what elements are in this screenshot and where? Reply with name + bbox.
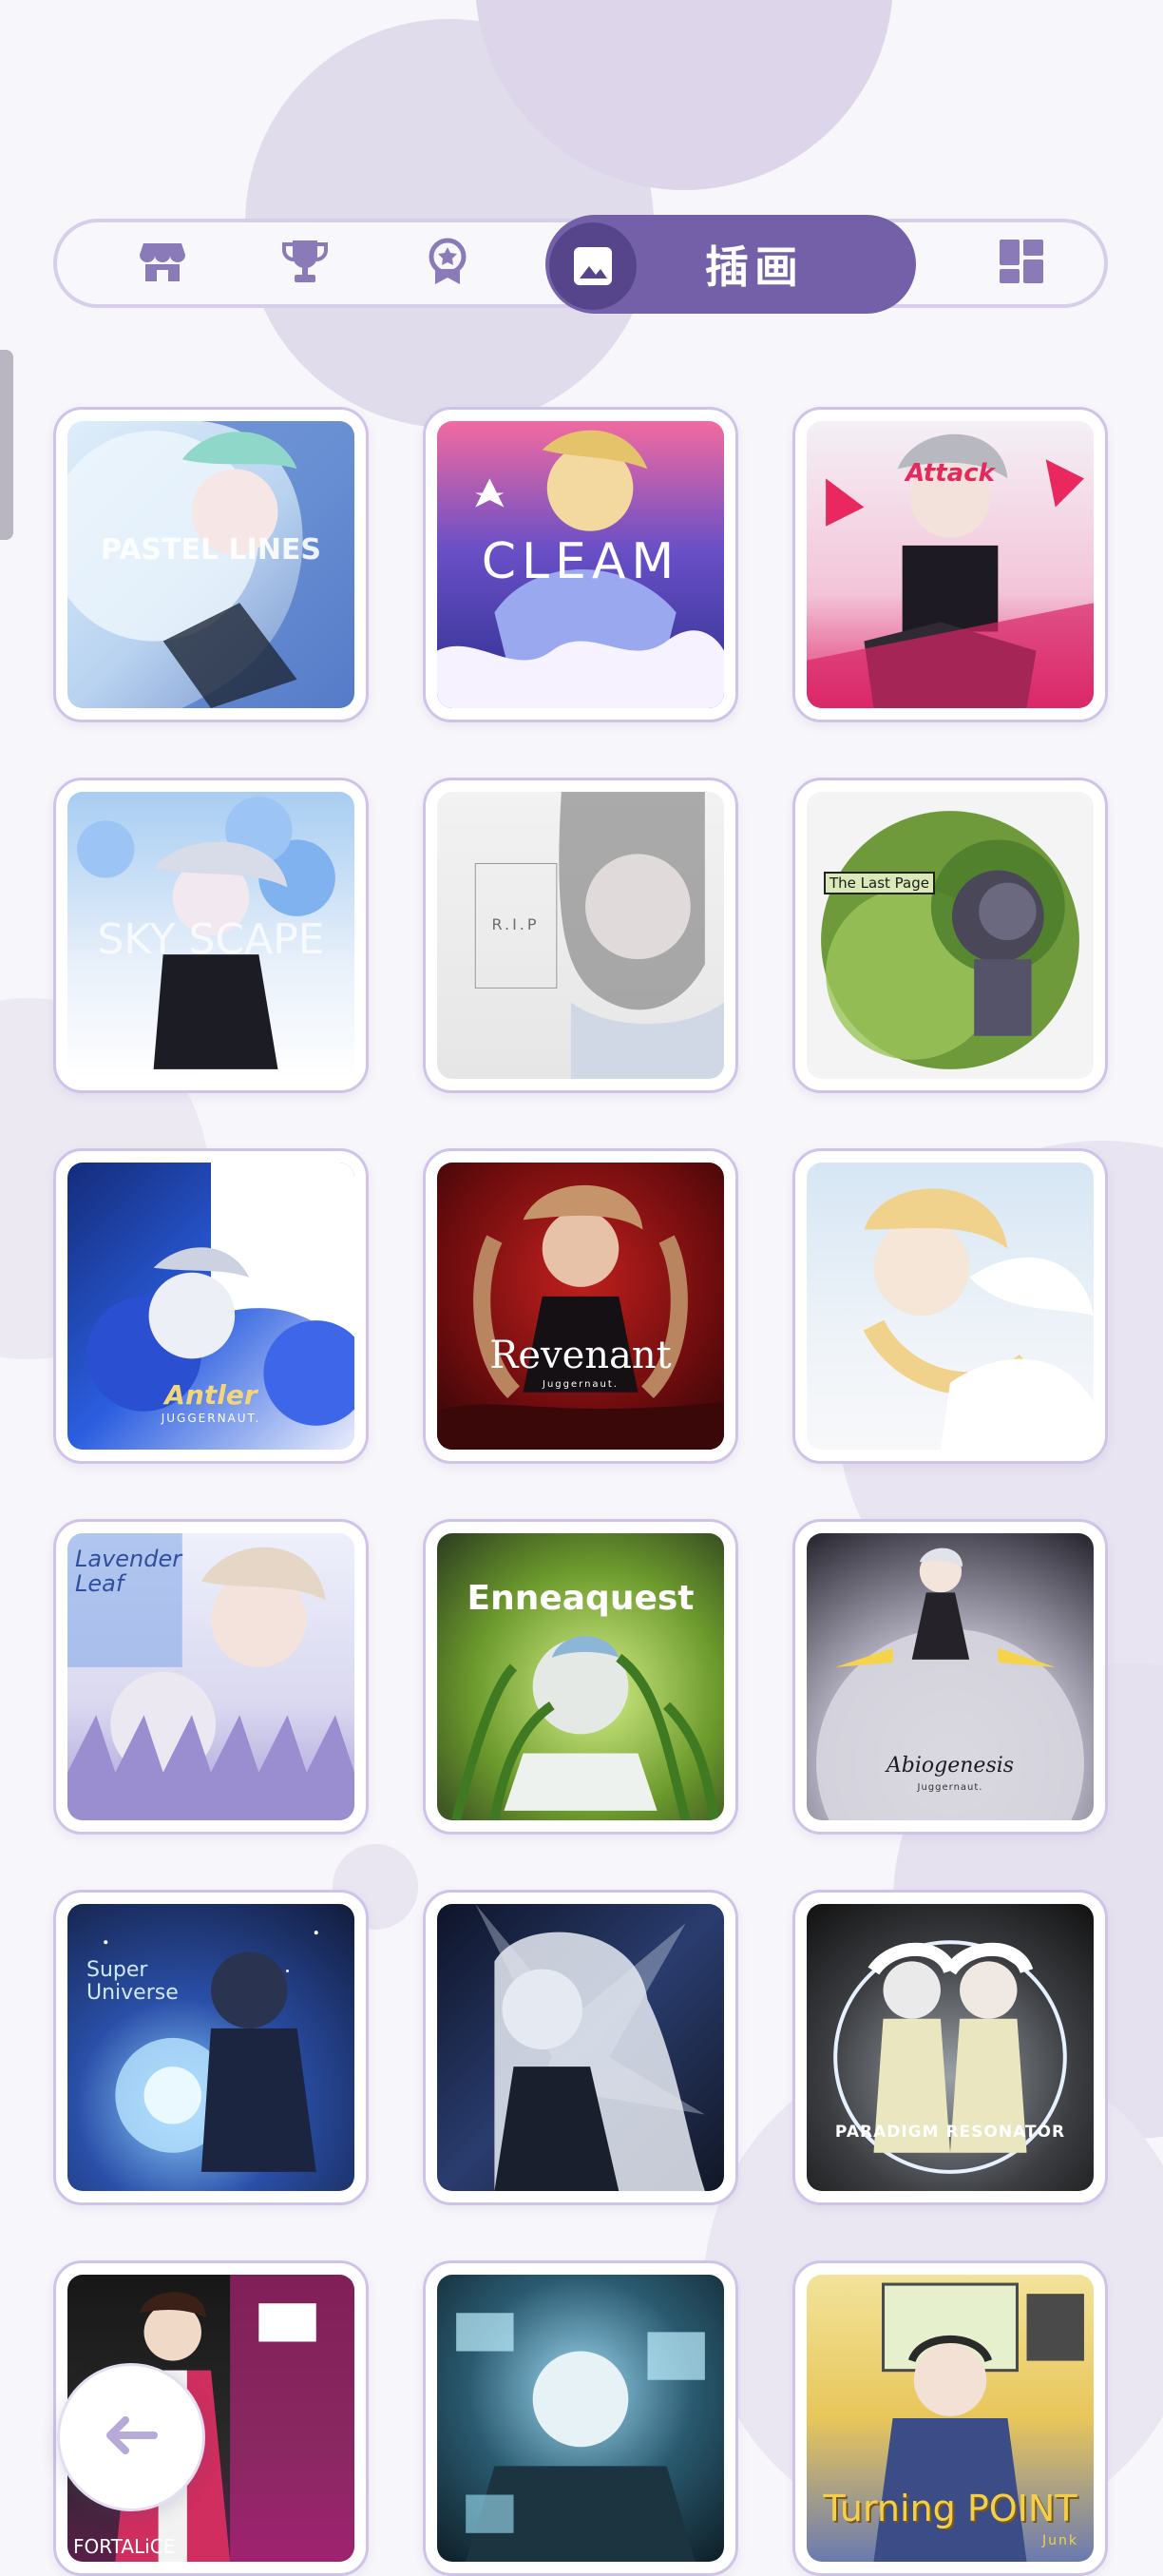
illustration-gallery: PASTEL LINES CLEAM Attack SKY SCAPE R.I.… [53,407,1110,2576]
illustration-image: Enneaquest [437,1533,724,1820]
illustration-image: Turning POINT Junk [807,2275,1094,2562]
gallery-card[interactable]: R.I.P [423,778,738,1093]
tab-illustration-label: 插画 [705,241,804,293]
dashboard-icon [999,239,1044,288]
gallery-card[interactable] [423,1890,738,2205]
illustration-image [437,1904,724,2191]
illustration-image: Abiogenesis Juggernaut. [807,1533,1094,1820]
illustration-image: PARADIGM RESONATOR [807,1904,1094,2191]
illustration-image: Revenant Juggernaut. [437,1163,724,1450]
illustration-image: PASTEL LINES [67,421,354,708]
back-button[interactable] [57,2363,205,2511]
illustration-image: Antler JUGGERNAUT. [67,1163,354,1450]
gallery-card[interactable]: PARADIGM RESONATOR [792,1890,1108,2205]
side-drawer-handle[interactable] [0,350,13,540]
gallery-card[interactable]: CLEAM [423,407,738,722]
gallery-card[interactable]: Enneaquest [423,1519,738,1835]
nav-item-trophy[interactable] [253,222,357,304]
gallery-card[interactable]: Revenant Juggernaut. [423,1148,738,1464]
nav-item-dashboard[interactable] [969,222,1074,304]
gallery-card[interactable]: The Last Page [792,778,1108,1093]
illustration-image: SKY SCAPE [67,792,354,1079]
illustration-image [807,1163,1094,1450]
gallery-card[interactable]: Turning POINT Junk [792,2260,1108,2576]
illustration-image: Attack [807,421,1094,708]
trophy-icon [281,239,329,288]
tab-illustration[interactable]: 插画 [545,215,916,314]
category-nav-bar: 插画 [53,215,1108,314]
nav-item-store[interactable] [110,222,215,304]
store-icon [139,240,186,287]
gallery-card[interactable]: Super Universe [53,1890,369,2205]
nav-item-medal[interactable] [395,222,500,304]
illustration-image [437,2275,724,2562]
gallery-card[interactable]: Lavender Leaf [53,1519,369,1835]
gallery-card[interactable] [423,2260,738,2576]
gallery-card[interactable]: Attack [792,407,1108,722]
medal-icon [427,238,468,289]
gallery-card[interactable] [792,1148,1108,1464]
illustration-image: R.I.P [437,792,724,1079]
image-icon [549,222,637,310]
gallery-card[interactable]: SKY SCAPE [53,778,369,1093]
illustration-image: Lavender Leaf [67,1533,354,1820]
gallery-card[interactable]: Antler JUGGERNAUT. [53,1148,369,1464]
gallery-card[interactable]: PASTEL LINES [53,407,369,722]
illustration-image: Super Universe [67,1904,354,2191]
gallery-card[interactable]: Abiogenesis Juggernaut. [792,1519,1108,1835]
illustration-image: The Last Page [807,792,1094,1079]
arrow-left-icon [105,2416,158,2458]
illustration-image: CLEAM [437,421,724,708]
